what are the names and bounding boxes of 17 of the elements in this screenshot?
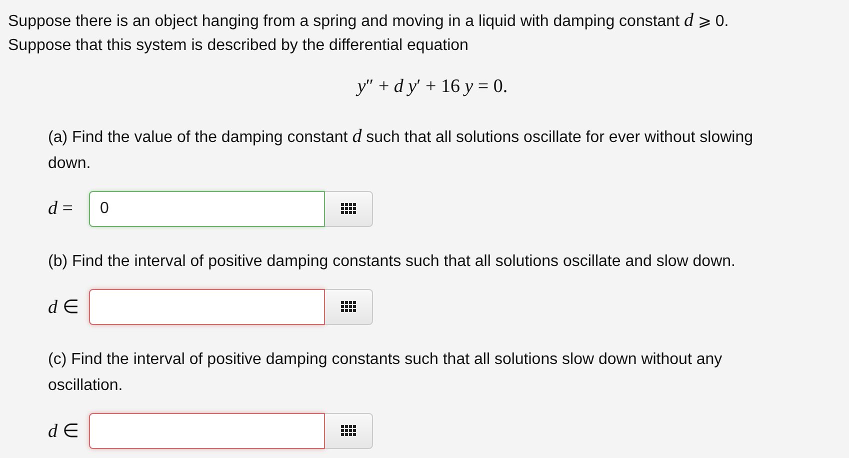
math-keyboard-button[interactable] — [325, 289, 373, 325]
equation: y″ + d y′ + 16 y = 0. — [357, 76, 508, 99]
answer-field[interactable]: 0 — [89, 191, 325, 227]
math-keyboard-button[interactable] — [325, 413, 373, 449]
grid-icon — [341, 203, 356, 215]
answer-label: d ∈ — [48, 296, 80, 319]
grid-icon — [341, 301, 356, 313]
problem-text: Suppose there is an object hanging from a spring and moving in a liquid with damping constant d ⩾ 0. Suppose that this system is described by the differential equation — [8, 9, 730, 56]
answer-field[interactable] — [89, 413, 325, 449]
grid-icon — [341, 425, 356, 437]
answer-label: d ∈ — [48, 420, 80, 443]
question-text: (c) Find the interval of positive damping constants such that all solutions slow down without any oscillation. — [48, 350, 724, 396]
question-text: (a) Find the value of the damping constant d such that all solutions oscillate for ever without slowing down. — [48, 125, 754, 174]
answer-label: d = — [48, 198, 74, 220]
math-keyboard-button[interactable] — [325, 191, 373, 227]
answer-field[interactable] — [89, 289, 325, 325]
question-text: (b) Find the interval of positive damping constants such that all solutions oscillate and slow down. — [48, 252, 736, 272]
